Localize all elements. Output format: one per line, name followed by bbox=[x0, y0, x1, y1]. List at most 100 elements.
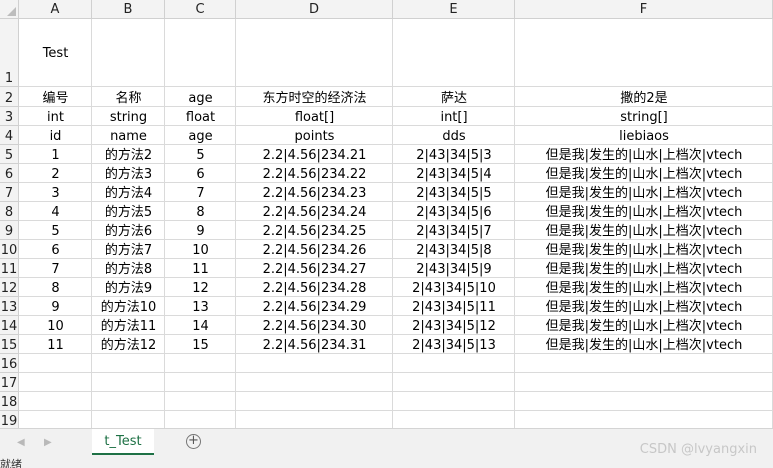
cell[interactable]: 的方法9 bbox=[92, 278, 165, 297]
cell[interactable]: 9 bbox=[19, 297, 92, 316]
cell[interactable]: age bbox=[165, 87, 236, 107]
row-header[interactable]: 1 bbox=[0, 19, 19, 87]
cell[interactable]: 8 bbox=[165, 202, 236, 221]
cell[interactable]: int bbox=[19, 107, 92, 126]
spreadsheet-grid[interactable]: ABCDEF 1 2 3 4 5 6 7 8 9 10 11 12 13 14 15 16 17 18 19 Tes… bbox=[0, 0, 773, 428]
cell[interactable]: 2 bbox=[19, 164, 92, 183]
row-header[interactable]: 8 bbox=[0, 202, 19, 221]
cell[interactable]: 的方法2 bbox=[92, 145, 165, 164]
cell[interactable]: 13 bbox=[165, 297, 236, 316]
cell[interactable]: 东方时空的经济法 bbox=[236, 87, 393, 107]
column-header[interactable]: A bbox=[19, 0, 92, 19]
row-header[interactable]: 16 bbox=[0, 354, 19, 373]
row-header[interactable]: 9 bbox=[0, 221, 19, 240]
row-header[interactable]: 5 bbox=[0, 145, 19, 164]
column-header[interactable]: F bbox=[515, 0, 773, 19]
cell[interactable]: 萨达 bbox=[393, 87, 515, 107]
cell[interactable]: 但是我|发生的|山水|上档次|vtech bbox=[515, 145, 773, 164]
row-header[interactable]: 3 bbox=[0, 107, 19, 126]
cell[interactable]: 15 bbox=[165, 335, 236, 354]
cell[interactable]: 4 bbox=[19, 202, 92, 221]
cell[interactable]: 但是我|发生的|山水|上档次|vtech bbox=[515, 259, 773, 278]
cell[interactable]: 的方法3 bbox=[92, 164, 165, 183]
plus-circle-icon[interactable]: + bbox=[186, 434, 201, 449]
cell[interactable]: 5 bbox=[19, 221, 92, 240]
cell[interactable]: 的方法11 bbox=[92, 316, 165, 335]
cell[interactable]: 的方法8 bbox=[92, 259, 165, 278]
column-header[interactable]: D bbox=[236, 0, 393, 19]
cell[interactable]: 但是我|发生的|山水|上档次|vtech bbox=[515, 278, 773, 297]
cell[interactable]: 2|43|34|5|9 bbox=[393, 259, 515, 278]
cell[interactable]: 2.2|4.56|234.25 bbox=[236, 221, 393, 240]
cell[interactable]: 的方法12 bbox=[92, 335, 165, 354]
cell[interactable]: 但是我|发生的|山水|上档次|vtech bbox=[515, 183, 773, 202]
cell[interactable]: 但是我|发生的|山水|上档次|vtech bbox=[515, 316, 773, 335]
cell[interactable]: dds bbox=[393, 126, 515, 145]
next-sheet-icon[interactable]: ▶ bbox=[44, 437, 52, 448]
cell[interactable]: 3 bbox=[19, 183, 92, 202]
row-header[interactable]: 12 bbox=[0, 278, 19, 297]
row-header[interactable]: 18 bbox=[0, 392, 19, 411]
cell[interactable]: 2|43|34|5|13 bbox=[393, 335, 515, 354]
cell[interactable]: 2|43|34|5|11 bbox=[393, 297, 515, 316]
cell[interactable]: 11 bbox=[19, 335, 92, 354]
cell[interactable]: age bbox=[165, 126, 236, 145]
cell[interactable]: 2|43|34|5|8 bbox=[393, 240, 515, 259]
cell[interactable]: 但是我|发生的|山水|上档次|vtech bbox=[515, 221, 773, 240]
row-header[interactable]: 19 bbox=[0, 411, 19, 428]
cell[interactable]: 2.2|4.56|234.22 bbox=[236, 164, 393, 183]
cell[interactable]: 名称 bbox=[92, 87, 165, 107]
row-header[interactable]: 13 bbox=[0, 297, 19, 316]
cell[interactable]: 的方法10 bbox=[92, 297, 165, 316]
cell[interactable]: 2|43|34|5|12 bbox=[393, 316, 515, 335]
sheet-tab-t-test[interactable]: t_Test bbox=[92, 429, 154, 455]
cell[interactable]: 的方法5 bbox=[92, 202, 165, 221]
cell[interactable]: string[] bbox=[515, 107, 773, 126]
cell[interactable]: 2.2|4.56|234.24 bbox=[236, 202, 393, 221]
cell[interactable]: id bbox=[19, 126, 92, 145]
prev-sheet-icon[interactable]: ◀ bbox=[17, 437, 25, 448]
select-all-corner[interactable] bbox=[0, 0, 19, 19]
cell[interactable]: 2.2|4.56|234.29 bbox=[236, 297, 393, 316]
row-header[interactable]: 7 bbox=[0, 183, 19, 202]
cell[interactable]: 14 bbox=[165, 316, 236, 335]
cell[interactable]: 7 bbox=[19, 259, 92, 278]
cell[interactable]: 2|43|34|5|10 bbox=[393, 278, 515, 297]
row-header[interactable]: 4 bbox=[0, 126, 19, 145]
cell[interactable]: Test bbox=[19, 19, 92, 87]
cell[interactable]: 5 bbox=[165, 145, 236, 164]
cell[interactable]: 2.2|4.56|234.30 bbox=[236, 316, 393, 335]
row-header[interactable]: 11 bbox=[0, 259, 19, 278]
cell[interactable]: 6 bbox=[165, 164, 236, 183]
cell[interactable]: 2.2|4.56|234.28 bbox=[236, 278, 393, 297]
cell[interactable]: 7 bbox=[165, 183, 236, 202]
cell[interactable]: name bbox=[92, 126, 165, 145]
cell[interactable]: int[] bbox=[393, 107, 515, 126]
column-header[interactable]: C bbox=[165, 0, 236, 19]
cell[interactable]: points bbox=[236, 126, 393, 145]
cell[interactable]: float[] bbox=[236, 107, 393, 126]
cell[interactable]: 6 bbox=[19, 240, 92, 259]
cell[interactable]: 但是我|发生的|山水|上档次|vtech bbox=[515, 240, 773, 259]
cell[interactable]: 10 bbox=[165, 240, 236, 259]
cell[interactable]: 2.2|4.56|234.21 bbox=[236, 145, 393, 164]
row-header[interactable]: 14 bbox=[0, 316, 19, 335]
cell[interactable]: 但是我|发生的|山水|上档次|vtech bbox=[515, 335, 773, 354]
cell[interactable]: 的方法7 bbox=[92, 240, 165, 259]
cell[interactable]: 的方法6 bbox=[92, 221, 165, 240]
cell[interactable]: 9 bbox=[165, 221, 236, 240]
cell[interactable]: 但是我|发生的|山水|上档次|vtech bbox=[515, 202, 773, 221]
cell[interactable]: 编号 bbox=[19, 87, 92, 107]
cell[interactable]: liebiaos bbox=[515, 126, 773, 145]
cell[interactable]: 2|43|34|5|6 bbox=[393, 202, 515, 221]
column-header[interactable]: B bbox=[92, 0, 165, 19]
row-header[interactable]: 6 bbox=[0, 164, 19, 183]
cell[interactable]: 2.2|4.56|234.23 bbox=[236, 183, 393, 202]
cell[interactable]: 但是我|发生的|山水|上档次|vtech bbox=[515, 164, 773, 183]
cell[interactable]: 11 bbox=[165, 259, 236, 278]
row-header[interactable]: 2 bbox=[0, 87, 19, 107]
cell[interactable]: 10 bbox=[19, 316, 92, 335]
cell[interactable]: 2|43|34|5|5 bbox=[393, 183, 515, 202]
cell[interactable]: 2.2|4.56|234.26 bbox=[236, 240, 393, 259]
cell[interactable]: 2.2|4.56|234.31 bbox=[236, 335, 393, 354]
